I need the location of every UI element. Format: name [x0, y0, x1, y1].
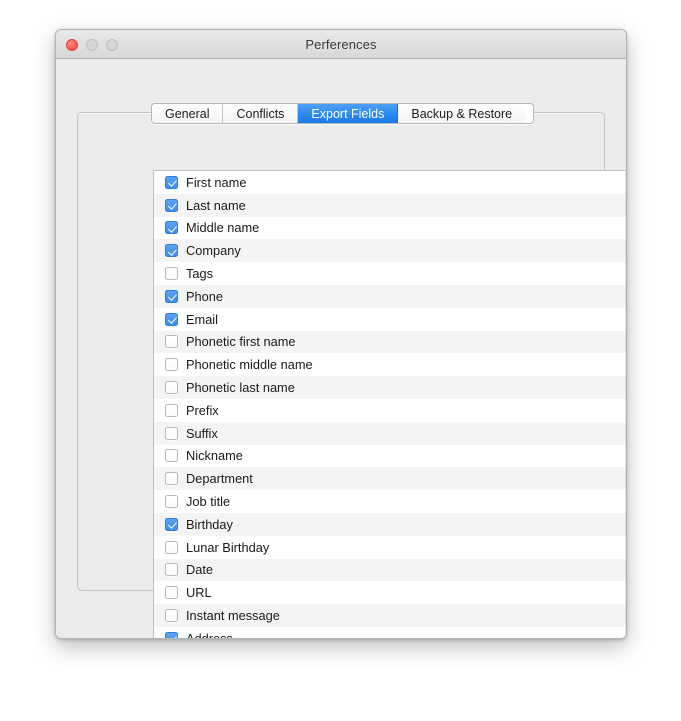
list-item[interactable]: Instant message	[154, 604, 627, 627]
field-checkbox[interactable]	[165, 221, 178, 234]
field-label: Suffix	[186, 426, 218, 441]
list-item[interactable]: Phonetic first name	[154, 331, 627, 354]
field-label: Job title	[186, 494, 230, 509]
tab-backup-restore[interactable]: Backup & Restore	[398, 104, 525, 123]
field-checkbox[interactable]	[165, 244, 178, 257]
list-item[interactable]: Company	[154, 239, 627, 262]
field-label: Phonetic last name	[186, 380, 295, 395]
tab-general[interactable]: General	[152, 104, 223, 123]
field-checkbox[interactable]	[165, 404, 178, 417]
field-label: Phonetic middle name	[186, 357, 313, 372]
field-checkbox[interactable]	[165, 518, 178, 531]
list-item[interactable]: Suffix	[154, 422, 627, 445]
list-item[interactable]: Middle name	[154, 217, 627, 240]
field-label: Nickname	[186, 448, 243, 463]
list-item[interactable]: Lunar Birthday	[154, 536, 627, 559]
tab-export-fields[interactable]: Export Fields	[298, 104, 398, 123]
field-label: Address	[186, 631, 233, 639]
field-checkbox[interactable]	[165, 199, 178, 212]
field-checkbox[interactable]	[165, 381, 178, 394]
field-label: First name	[186, 175, 246, 190]
list-item[interactable]: Birthday	[154, 513, 627, 536]
list-item[interactable]: Tags	[154, 262, 627, 285]
field-checkbox[interactable]	[165, 563, 178, 576]
list-item[interactable]: URL	[154, 581, 627, 604]
field-label: URL	[186, 585, 212, 600]
field-checkbox[interactable]	[165, 495, 178, 508]
field-label: Phone	[186, 289, 223, 304]
field-label: Birthday	[186, 517, 233, 532]
window-body: General Conflicts Export Fields Backup & Re…	[56, 59, 626, 639]
window-title: Perferences	[56, 30, 626, 59]
list-item[interactable]: Department	[154, 467, 627, 490]
field-checkbox[interactable]	[165, 586, 178, 599]
field-checkbox[interactable]	[165, 176, 178, 189]
field-label: Lunar Birthday	[186, 540, 269, 555]
tab-label: Export Fields	[311, 107, 384, 121]
field-checkbox[interactable]	[165, 290, 178, 303]
field-label: Department	[186, 471, 253, 486]
list-item[interactable]: Last name	[154, 194, 627, 217]
list-item[interactable]: Phonetic last name	[154, 376, 627, 399]
list-item[interactable]: Phone	[154, 285, 627, 308]
field-checkbox[interactable]	[165, 313, 178, 326]
preferences-window: Perferences General Conflicts Export Field…	[55, 29, 627, 639]
tab-label: Conflicts	[236, 107, 284, 121]
tab-label: General	[165, 107, 209, 121]
list-item[interactable]: Prefix	[154, 399, 627, 422]
field-checkbox[interactable]	[165, 267, 178, 280]
list-item[interactable]: First name	[154, 171, 627, 194]
field-label: Tags	[186, 266, 213, 281]
field-checkbox[interactable]	[165, 472, 178, 485]
tab-bar: General Conflicts Export Fields Backup & Re…	[151, 103, 534, 124]
field-label: Prefix	[186, 403, 219, 418]
field-label: Company	[186, 243, 241, 258]
field-checkbox[interactable]	[165, 449, 178, 462]
field-checkbox[interactable]	[165, 335, 178, 348]
list-scrollbar[interactable]	[625, 171, 627, 639]
tab-label: Backup & Restore	[411, 107, 512, 121]
list-item[interactable]: Phonetic middle name	[154, 353, 627, 376]
tab-conflicts[interactable]: Conflicts	[223, 104, 298, 123]
screenshot-root: Perferences General Conflicts Export Field…	[0, 0, 681, 721]
list-item[interactable]: Email	[154, 308, 627, 331]
field-checkbox[interactable]	[165, 609, 178, 622]
export-fields-rows: First name Last name Middle name Company Tag…	[154, 171, 627, 639]
field-checkbox[interactable]	[165, 358, 178, 371]
field-checkbox[interactable]	[165, 541, 178, 554]
field-checkbox[interactable]	[165, 427, 178, 440]
list-item[interactable]: Nickname	[154, 445, 627, 468]
field-label: Date	[186, 562, 213, 577]
list-item[interactable]: Address	[154, 627, 627, 639]
list-item[interactable]: Date	[154, 559, 627, 582]
export-fields-list[interactable]: First name Last name Middle name Company Tag…	[153, 170, 627, 639]
window-titlebar: Perferences	[56, 30, 626, 59]
field-label: Instant message	[186, 608, 280, 623]
field-label: Phonetic first name	[186, 334, 296, 349]
list-item[interactable]: Job title	[154, 490, 627, 513]
field-checkbox[interactable]	[165, 632, 178, 639]
field-label: Email	[186, 312, 218, 327]
field-label: Last name	[186, 198, 246, 213]
field-label: Middle name	[186, 220, 259, 235]
